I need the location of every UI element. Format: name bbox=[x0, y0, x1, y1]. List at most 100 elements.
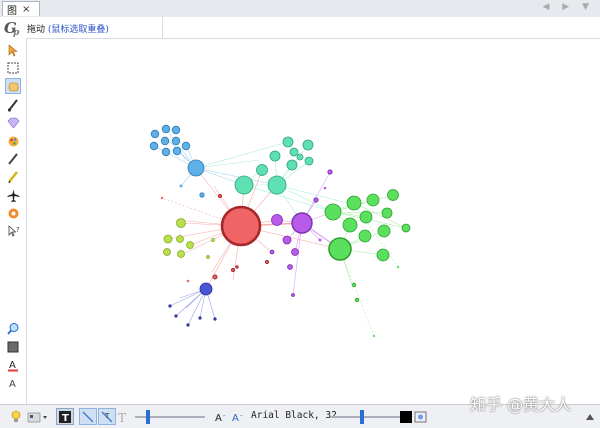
node bbox=[269, 249, 275, 255]
brush-icon[interactable] bbox=[5, 97, 21, 113]
node bbox=[351, 282, 357, 288]
pencil-icon[interactable] bbox=[5, 151, 21, 167]
tab-bar: 图 × ◀ ▶ ▼ bbox=[0, 0, 600, 18]
node bbox=[282, 235, 292, 245]
edge-icon[interactable] bbox=[79, 408, 97, 425]
svg-text:T: T bbox=[104, 412, 110, 420]
node bbox=[267, 175, 287, 195]
font-size-up-icon[interactable]: A- bbox=[231, 408, 245, 425]
edge-label-icon[interactable]: T bbox=[98, 408, 116, 425]
node bbox=[213, 317, 217, 321]
light-bulb-icon[interactable] bbox=[9, 408, 23, 425]
rect-select-icon[interactable] bbox=[5, 60, 21, 76]
node bbox=[318, 238, 322, 242]
node bbox=[376, 248, 390, 262]
node bbox=[211, 238, 215, 242]
node bbox=[199, 192, 205, 198]
node bbox=[181, 141, 191, 151]
painter-icon[interactable] bbox=[5, 133, 21, 149]
airplane-icon[interactable] bbox=[5, 187, 21, 203]
node bbox=[187, 159, 205, 177]
node bbox=[150, 129, 160, 139]
tab-nav-arrows[interactable]: ◀ ▶ ▼ bbox=[543, 2, 595, 12]
node bbox=[265, 260, 269, 264]
drag-hand-icon[interactable] bbox=[5, 78, 21, 94]
screenshot-icon[interactable] bbox=[414, 408, 428, 425]
tab-label: 图 bbox=[7, 5, 17, 17]
node bbox=[168, 304, 172, 308]
mode-label: 拖动 bbox=[27, 25, 46, 35]
text-icon[interactable]: T bbox=[56, 408, 74, 425]
font-size-icon[interactable]: A bbox=[5, 375, 21, 391]
node bbox=[149, 141, 159, 151]
graph-header: Gp 拖动 (鼠标选取重叠) bbox=[0, 17, 600, 39]
node bbox=[296, 153, 304, 161]
network-graph bbox=[149, 124, 411, 338]
watermark: 知乎 @黄大人 bbox=[470, 395, 572, 414]
cluster-red bbox=[212, 194, 269, 280]
gear-icon[interactable] bbox=[5, 205, 21, 221]
node bbox=[372, 334, 376, 338]
node bbox=[206, 255, 210, 259]
cluster-blue bbox=[149, 124, 205, 198]
cluster-darkblue bbox=[168, 282, 217, 327]
mode-text: 拖动 (鼠标选取重叠) bbox=[27, 22, 109, 35]
node bbox=[218, 194, 222, 198]
cursor-icon[interactable] bbox=[5, 42, 21, 58]
node bbox=[328, 237, 352, 261]
node bbox=[199, 282, 213, 296]
node bbox=[256, 164, 268, 176]
node bbox=[366, 193, 380, 207]
node bbox=[186, 241, 194, 249]
svg-text:?: ? bbox=[16, 226, 20, 234]
font-size-slider-thumb[interactable] bbox=[360, 410, 364, 424]
diamond-icon[interactable] bbox=[5, 115, 21, 131]
text-size-icon[interactable]: T bbox=[116, 408, 130, 425]
node bbox=[287, 264, 293, 270]
tab-close-icon[interactable]: × bbox=[22, 4, 30, 15]
font-size-down-icon[interactable]: A- bbox=[214, 408, 228, 425]
node bbox=[269, 150, 281, 162]
node bbox=[324, 203, 342, 221]
font-label[interactable]: Arial Black, 32 bbox=[251, 410, 337, 421]
svg-text:A: A bbox=[9, 379, 16, 390]
node bbox=[401, 223, 411, 233]
pointer-help-icon[interactable]: ? bbox=[5, 223, 21, 239]
node bbox=[161, 124, 171, 134]
node bbox=[396, 265, 400, 269]
square-icon[interactable] bbox=[5, 339, 21, 355]
graph-canvas[interactable] bbox=[27, 39, 600, 406]
zoom-icon[interactable] bbox=[5, 320, 21, 336]
node bbox=[342, 217, 358, 233]
svg-text:T: T bbox=[62, 413, 69, 424]
edge-size-slider-thumb[interactable] bbox=[146, 410, 150, 424]
label-toggle-icon[interactable] bbox=[27, 408, 49, 425]
node bbox=[160, 196, 164, 200]
svg-text:-: - bbox=[240, 412, 243, 420]
node bbox=[186, 323, 190, 327]
node bbox=[172, 146, 182, 156]
node bbox=[177, 250, 185, 258]
pencil-alt-icon[interactable] bbox=[5, 169, 21, 185]
tab-graph[interactable]: 图 × bbox=[2, 1, 40, 17]
node bbox=[291, 212, 313, 234]
node bbox=[234, 175, 254, 195]
node bbox=[271, 214, 283, 226]
node bbox=[327, 169, 333, 175]
node bbox=[176, 235, 184, 243]
node bbox=[323, 186, 327, 190]
node bbox=[198, 316, 202, 320]
node bbox=[289, 147, 299, 157]
expand-panel-icon[interactable] bbox=[584, 408, 596, 425]
cluster-green bbox=[324, 189, 411, 303]
node bbox=[176, 218, 186, 228]
node bbox=[163, 234, 173, 244]
node bbox=[291, 293, 295, 297]
node bbox=[304, 156, 314, 166]
node bbox=[161, 147, 171, 157]
color-swatch-icon[interactable] bbox=[400, 408, 412, 425]
font-color-icon[interactable]: A bbox=[5, 357, 21, 373]
gephi-logo-icon: Gp bbox=[3, 18, 23, 38]
node bbox=[231, 268, 235, 272]
node bbox=[377, 224, 391, 238]
